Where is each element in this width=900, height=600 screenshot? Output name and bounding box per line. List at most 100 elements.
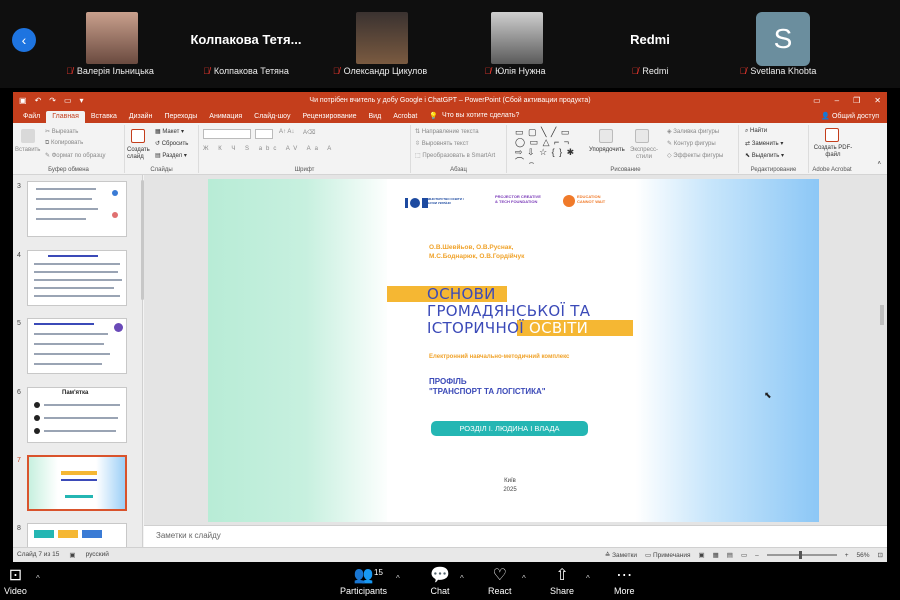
find-button[interactable]: ⌕ Найти xyxy=(745,128,767,135)
close-icon[interactable]: ✕ xyxy=(874,96,881,105)
minimize-icon[interactable]: – xyxy=(835,96,839,105)
slide-scrollbar[interactable] xyxy=(880,305,884,325)
spellcheck-icon[interactable]: ▣ xyxy=(69,551,75,559)
person-icon: 👤 xyxy=(821,113,832,120)
layout-label: Макет xyxy=(162,129,180,135)
shape-outline-button[interactable]: ✎ Контур фигуры xyxy=(667,140,716,147)
tab-home[interactable]: Главная xyxy=(46,111,85,123)
slide-thumbnail[interactable] xyxy=(27,181,127,237)
react-button[interactable]: ♡ React xyxy=(488,566,512,596)
paste-button[interactable]: Вставить xyxy=(15,147,40,153)
slide-thumbnail[interactable] xyxy=(27,318,127,374)
share-screen-button[interactable]: ⇧ Share xyxy=(550,566,574,596)
notes-pane[interactable]: Заметки к слайду xyxy=(144,525,887,547)
comments-toggle[interactable]: ▭ Примечания xyxy=(645,551,690,559)
shape-fill-button[interactable]: ◈ Заливка фигуры xyxy=(667,128,719,135)
text-direction-button[interactable]: ⇅ Направление текста xyxy=(415,128,479,135)
new-slide-button[interactable]: Создать слайд xyxy=(127,147,153,161)
smartart-button[interactable]: ⬚ Преобразовать в SmartArt xyxy=(415,152,495,159)
participant-tile[interactable]: 🎙̸ Олександр Цикулов xyxy=(320,10,440,80)
authors: О.В.Шевйьов, О.В.Руснак, М.С.Боднарюк, О… xyxy=(429,243,524,261)
new-slide-icon xyxy=(131,129,145,143)
mouse-cursor-icon: ⬉ xyxy=(764,390,772,400)
chevron-up-icon[interactable]: ^ xyxy=(460,574,464,583)
participant-tile[interactable]: S 🎙̸ Svetlana Khobta xyxy=(718,10,838,80)
layout-button[interactable]: ▦ Макет ▾ xyxy=(155,128,184,135)
participant-tile[interactable]: Колпакова Тетя... 🎙̸ Колпакова Тетяна xyxy=(186,10,306,80)
format-painter-button[interactable]: ✎ Формат по образцу xyxy=(45,152,106,159)
normal-view-icon[interactable]: ▣ xyxy=(698,551,704,559)
participant-tile[interactable]: 🎙̸ Валерія Ільницька xyxy=(50,10,170,80)
tab-animation[interactable]: Анимация xyxy=(203,111,248,123)
select-button[interactable]: ⬉ Выделить ▾ xyxy=(745,152,784,159)
tab-transitions[interactable]: Переходы xyxy=(158,111,203,123)
save-icon[interactable]: ▣ xyxy=(19,96,27,105)
create-pdf-button[interactable]: Создать PDF-файл xyxy=(811,145,855,159)
back-icon[interactable]: ‹ xyxy=(12,28,36,52)
tab-acrobat[interactable]: Acrobat xyxy=(387,111,423,123)
thumb-text-line xyxy=(44,430,116,432)
sorter-view-icon[interactable]: ▦ xyxy=(713,551,719,559)
chevron-up-icon[interactable]: ^ xyxy=(396,574,400,583)
reset-button[interactable]: ↺ Сбросить xyxy=(155,140,188,147)
zoom-level[interactable]: 56% xyxy=(857,552,870,559)
language-indicator[interactable]: русский xyxy=(86,551,109,559)
zoom-slider[interactable] xyxy=(766,551,837,559)
chevron-up-icon[interactable]: ^ xyxy=(586,574,590,583)
zoom-in-icon[interactable]: + xyxy=(845,552,849,559)
fit-slide-icon[interactable]: ⊡ xyxy=(878,551,883,559)
cut-button[interactable]: ✂ Вырезать xyxy=(45,128,78,135)
tab-review[interactable]: Рецензирование xyxy=(296,111,362,123)
shape-effects-button[interactable]: ◇ Эффекты фигуры xyxy=(667,152,723,159)
slideshow-view-icon[interactable]: ▭ xyxy=(741,551,747,559)
redo-icon[interactable]: ↷ xyxy=(49,96,56,105)
slide-thumbnail[interactable] xyxy=(27,250,127,306)
video-button[interactable]: ⊡ Video xyxy=(4,566,27,596)
tab-insert[interactable]: Вставка xyxy=(85,111,123,123)
chevron-up-icon[interactable]: ^ xyxy=(36,574,40,583)
clear-format-icon[interactable]: A⌫ xyxy=(303,129,316,136)
customize-icon[interactable]: ▾ xyxy=(80,96,84,105)
quick-styles-button[interactable]: Экспресс-стили xyxy=(629,147,659,161)
thumb-text-line xyxy=(36,208,98,210)
slide-thumbnail[interactable]: Пам'ятка xyxy=(27,387,127,443)
chevron-up-icon[interactable]: ^ xyxy=(522,574,526,583)
tab-view[interactable]: Вид xyxy=(363,111,388,123)
participant-tile[interactable]: Redmi 🎙̸ Redmi xyxy=(590,10,710,80)
font-name-box[interactable] xyxy=(203,129,251,139)
copy-button[interactable]: ⧉ Копировать xyxy=(45,140,83,147)
collapse-ribbon-icon[interactable]: ˄ xyxy=(877,161,881,167)
section-button[interactable]: ▤ Раздел ▾ xyxy=(155,152,187,159)
thumbnail-number: 6 xyxy=(17,389,21,396)
profile-text: ПРОФІЛЬ "ТРАНСПОРТ ТА ЛОГІСТИКА" xyxy=(429,377,546,397)
ribbon-options-icon[interactable]: ▭ xyxy=(813,96,821,105)
chat-button[interactable]: 💬 Chat xyxy=(430,566,450,596)
thumb-text-line xyxy=(44,404,120,406)
projector-logo: PROJECTOR CREATIVE & TECH FOUNDATION xyxy=(495,194,541,204)
tab-design[interactable]: Дизайн xyxy=(123,111,159,123)
font-style-icons[interactable]: Ж К Ч S abc AV Aa A xyxy=(203,146,335,152)
tell-me-search[interactable]: 💡 Что вы хотите сделать? xyxy=(423,110,525,123)
notes-toggle[interactable]: ≙ Заметки xyxy=(605,551,637,559)
align-text-button[interactable]: ⇳ Выровнять текст xyxy=(415,140,468,147)
slide-thumbnail[interactable] xyxy=(27,523,127,547)
undo-icon[interactable]: ↶ xyxy=(35,96,42,105)
slideshow-icon[interactable]: ▭ xyxy=(64,96,72,105)
tab-file[interactable]: Файл xyxy=(17,111,46,123)
font-grow-icon[interactable]: A↑ A↓ xyxy=(279,129,294,135)
reading-view-icon[interactable]: ▤ xyxy=(727,551,733,559)
maximize-icon[interactable]: ❐ xyxy=(853,96,860,105)
share-button[interactable]: 👤 Общий доступ xyxy=(813,110,887,123)
replace-button[interactable]: ⇄ Заменить ▾ xyxy=(745,140,783,147)
thumb-text-line xyxy=(34,333,108,335)
participant-tile[interactable]: 🎙̸ Юлія Нужна xyxy=(455,10,575,80)
tab-slideshow[interactable]: Слайд-шоу xyxy=(248,111,296,123)
current-slide[interactable]: МІНІСТЕРСТВО ОСВІТИ І НАУКИ УКРАЇНИ PROJ… xyxy=(208,179,819,522)
shapes-gallery[interactable]: ▭ ▢ ╲ ╱ ▭ ◯ ▭ △ ⌐ ¬ ⇨ ⇩ ☆ { } ✱ ⌒ ⌢ xyxy=(515,127,581,167)
slide-thumbnail-selected[interactable] xyxy=(27,455,127,511)
font-size-box[interactable] xyxy=(255,129,273,139)
more-button[interactable]: ⋯ More xyxy=(614,566,635,596)
arrange-button[interactable]: Упорядочить xyxy=(589,147,625,153)
copy-label: Копировать xyxy=(50,140,84,146)
zoom-out-icon[interactable]: – xyxy=(755,552,759,559)
